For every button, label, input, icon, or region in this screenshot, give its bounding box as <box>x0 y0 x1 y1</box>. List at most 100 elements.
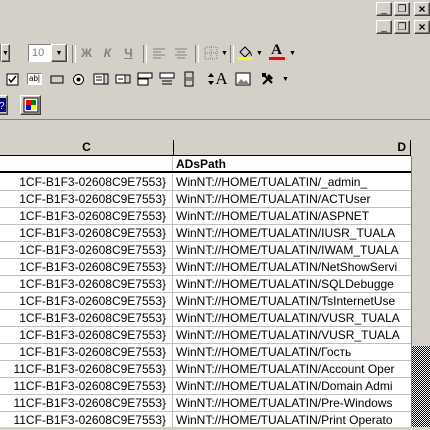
close-icon: × <box>418 2 426 16</box>
table-row: 1CF-B1F3-02608C9E7553} WinNT://HOME/TUALA… <box>0 225 411 242</box>
cell-c[interactable]: 1CF-B1F3-02608C9E7553} <box>0 208 173 224</box>
toolbox-button[interactable] <box>258 69 279 89</box>
cell-c[interactable]: 11CF-B1F3-02608C9E7553} <box>0 412 173 427</box>
separator <box>143 45 147 63</box>
properties-icon <box>23 97 38 113</box>
tools-icon <box>261 73 273 85</box>
help-icon: ? <box>0 98 6 112</box>
table-row: 1CF-B1F3-02608C9E7553} WinNT://HOME/TUALA… <box>0 344 411 361</box>
cell-d[interactable]: WinNT://HOME/TUALATIN/ASPNET <box>173 208 411 224</box>
cell-d[interactable]: WinNT://HOME/TUALATIN/_admin_ <box>173 174 411 190</box>
edit-box-tool[interactable]: ab| <box>24 69 45 89</box>
table-row: 1CF-B1F3-02608C9E7553} WinNT://HOME/TUALA… <box>0 310 411 327</box>
cell-d-header[interactable]: ADsPath <box>173 156 411 171</box>
underline-button[interactable]: Ч <box>118 43 139 63</box>
cell-d[interactable]: WinNT://HOME/TUALATIN/SQLDebugge <box>173 276 411 292</box>
radio-icon <box>73 73 84 85</box>
cell-c[interactable]: 1CF-B1F3-02608C9E7553} <box>0 344 173 360</box>
cell-d[interactable]: WinNT://HOME/TUALATIN/VUSR_TUALA <box>173 327 411 343</box>
chevron-down-icon: ▼ <box>1 44 10 62</box>
label-tool[interactable]: A <box>211 69 232 89</box>
cell-d[interactable]: WinNT://HOME/TUALATIN/Print Operato <box>173 412 411 427</box>
workbook-close-button[interactable]: × <box>414 20 430 34</box>
borders-icon <box>204 46 217 60</box>
cell-d[interactable]: WinNT://HOME/TUALATIN/VUSR_TUALA <box>173 310 411 326</box>
minimize-icon: _ <box>381 3 387 15</box>
group-box-icon <box>50 75 63 84</box>
align-left-button[interactable] <box>148 43 169 63</box>
cell-c[interactable]: 11CF-B1F3-02608C9E7553} <box>0 395 173 411</box>
table-row: 11CF-B1F3-02608C9E7553} WinNT://HOME/TUAL… <box>0 412 411 427</box>
scrollbar-track <box>411 156 430 427</box>
chevron-down-icon[interactable]: ▼ <box>256 50 263 57</box>
image-tool[interactable] <box>232 69 253 89</box>
group-box-tool[interactable] <box>46 69 67 89</box>
table-row: 11CF-B1F3-02608C9E7553} WinNT://HOME/TUAL… <box>0 395 411 412</box>
cell-c[interactable]: 1CF-B1F3-02608C9E7553} <box>0 174 173 190</box>
cell-d[interactable]: WinNT://HOME/TUALATIN/TsInternetUse <box>173 293 411 309</box>
properties-button[interactable] <box>20 95 41 115</box>
align-center-button[interactable] <box>170 43 191 63</box>
column-header-c[interactable]: C <box>0 140 174 156</box>
separator <box>195 45 199 63</box>
cell-c[interactable]: 1CF-B1F3-02608C9E7553} <box>0 259 173 275</box>
vertical-scrollbar[interactable] <box>411 156 430 427</box>
cell-c[interactable]: 1CF-B1F3-02608C9E7553} <box>0 191 173 207</box>
table-row: 1CF-B1F3-02608C9E7553} WinNT://HOME/TUALA… <box>0 276 411 293</box>
cell-d[interactable]: WinNT://HOME/TUALATIN/Гость <box>173 344 411 360</box>
cell-d[interactable]: WinNT://HOME/TUALATIN/NetShowServi <box>173 259 411 275</box>
table-row: 1CF-B1F3-02608C9E7553} WinNT://HOME/TUALA… <box>0 191 411 208</box>
cell-c[interactable]: 11CF-B1F3-02608C9E7553} <box>0 378 173 394</box>
cell-c[interactable]: 1CF-B1F3-02608C9E7553} <box>0 327 173 343</box>
cell-c[interactable]: 1CF-B1F3-02608C9E7553} <box>0 225 173 241</box>
checkbox-tool[interactable] <box>2 69 23 89</box>
table-row: 11CF-B1F3-02608C9E7553} WinNT://HOME/TUAL… <box>0 361 411 378</box>
close-button[interactable]: × <box>414 2 430 16</box>
align-center-icon <box>174 48 187 59</box>
column-header-d[interactable]: D <box>174 140 411 156</box>
option-button-tool[interactable] <box>68 69 89 89</box>
italic-button[interactable]: К <box>97 43 118 63</box>
help-button[interactable]: ? <box>0 95 8 115</box>
control-toolbar: ? <box>0 92 430 118</box>
cell-d[interactable]: WinNT://HOME/TUALATIN/IWAM_TUALA <box>173 242 411 258</box>
list-box-tool[interactable] <box>90 69 111 89</box>
chevron-down-icon[interactable]: ▼ <box>282 76 289 83</box>
minimize-button[interactable]: _ <box>376 2 392 16</box>
worksheet-grid[interactable]: ADsPath 1CF-B1F3-02608C9E7553} WinNT://HO… <box>0 156 411 427</box>
scroll-bar-tool[interactable] <box>178 69 199 89</box>
header-row: ADsPath <box>0 156 411 173</box>
table-row: 1CF-B1F3-02608C9E7553} WinNT://HOME/TUALA… <box>0 242 411 259</box>
combo-dropdown-edit-tool[interactable] <box>156 69 177 89</box>
font-color-button[interactable]: A <box>266 42 287 62</box>
cell-c[interactable]: 1CF-B1F3-02608C9E7553} <box>0 276 173 292</box>
bold-button[interactable]: Ж <box>76 43 97 63</box>
workbook-minimize-button[interactable]: _ <box>376 20 392 34</box>
cell-c[interactable]: 1CF-B1F3-02608C9E7553} <box>0 293 173 309</box>
chevron-down-icon[interactable]: ▼ <box>289 50 296 57</box>
cell-d[interactable]: WinNT://HOME/TUALATIN/Account Oper <box>173 361 411 377</box>
combo-list-edit-tool[interactable] <box>134 69 155 89</box>
font-name-combo-end[interactable]: ▼ <box>0 44 10 62</box>
borders-button[interactable] <box>200 43 221 63</box>
table-row: 1CF-B1F3-02608C9E7553} WinNT://HOME/TUALA… <box>0 293 411 310</box>
restore-button[interactable]: ❐ <box>394 2 410 16</box>
font-size-value: 10 <box>32 47 45 59</box>
restore-icon: ❐ <box>397 3 407 15</box>
combo-box-tool[interactable] <box>112 69 133 89</box>
fill-color-button[interactable] <box>234 42 255 62</box>
cell-c[interactable]: 1CF-B1F3-02608C9E7553} <box>0 242 173 258</box>
combo-box-icon <box>115 74 130 84</box>
list-box-icon <box>93 73 108 85</box>
cell-d[interactable]: WinNT://HOME/TUALATIN/Domain Admi <box>173 378 411 394</box>
cell-c-header[interactable] <box>0 156 173 171</box>
font-size-combo[interactable]: 10 ▼ <box>28 44 68 62</box>
cell-d[interactable]: WinNT://HOME/TUALATIN/ACTUser <box>173 191 411 207</box>
cell-c[interactable]: 11CF-B1F3-02608C9E7553} <box>0 361 173 377</box>
cell-d[interactable]: WinNT://HOME/TUALATIN/Pre-Windows <box>173 395 411 411</box>
workbook-restore-button[interactable]: ❐ <box>394 20 410 34</box>
chevron-down-icon[interactable]: ▼ <box>221 50 228 57</box>
cell-c[interactable]: 1CF-B1F3-02608C9E7553} <box>0 310 173 326</box>
cell-d[interactable]: WinNT://HOME/TUALATIN/IUSR_TUALA <box>173 225 411 241</box>
paint-bucket-icon <box>237 46 252 60</box>
